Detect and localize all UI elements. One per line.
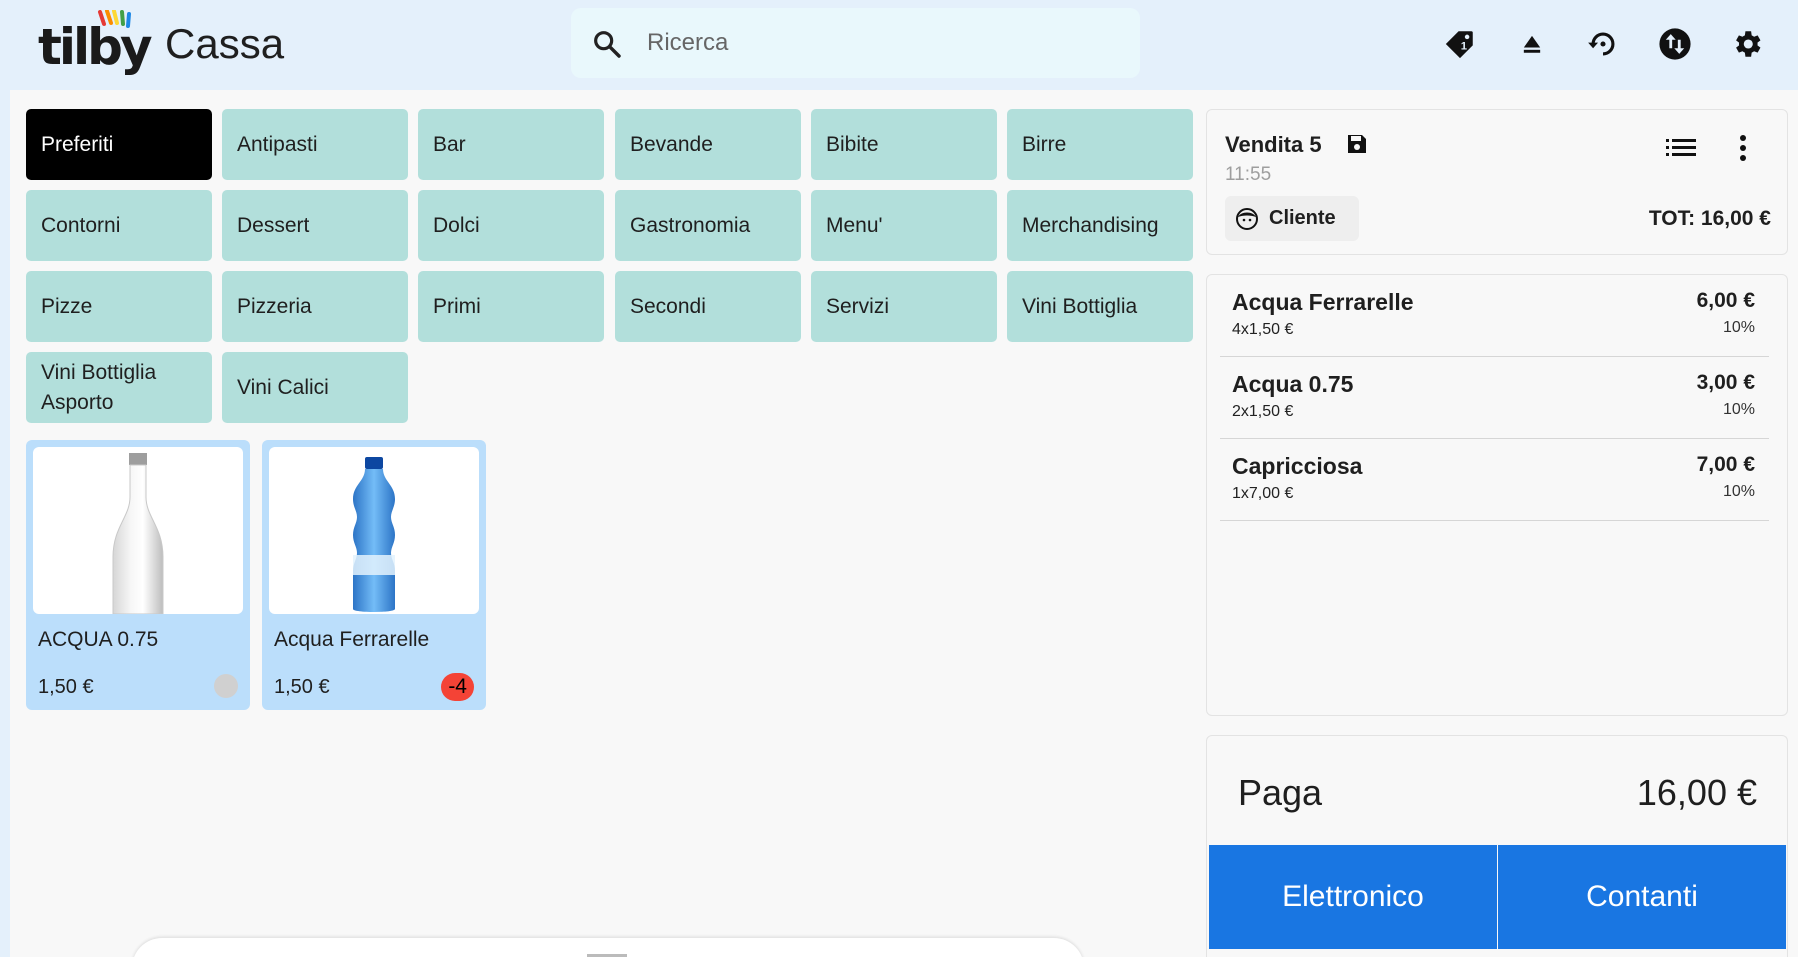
category-primi[interactable]: Primi (418, 271, 604, 342)
category-menu[interactable]: Menu' (811, 190, 997, 261)
category-pizze[interactable]: Pizze (26, 271, 212, 342)
electronic-payment-button[interactable]: Elettronico (1209, 845, 1497, 949)
price-tag-count: 1 (1461, 41, 1467, 53)
bottom-sheet[interactable] (132, 938, 1084, 957)
tilby-logo: tilby (38, 10, 153, 74)
search-icon (594, 31, 621, 58)
item-vat: 10% (1722, 319, 1755, 336)
settings-gear-icon[interactable] (1727, 24, 1767, 64)
item-name: Acqua Ferrarelle (1232, 289, 1414, 315)
pay-amount: 16,00 € (1636, 772, 1757, 813)
product-image-water-bottle (269, 447, 479, 614)
category-contorni[interactable]: Contorni (26, 190, 212, 261)
product-name: Acqua Ferrarelle (274, 628, 430, 651)
stock-badge: -4 (441, 673, 474, 701)
search-input[interactable] (647, 22, 1107, 64)
customer-face-icon (1236, 208, 1258, 230)
category-bibite[interactable]: Bibite (811, 109, 997, 180)
product-price: 1,50 € (38, 676, 94, 698)
item-price: 3,00 € (1696, 371, 1755, 394)
sale-item-row[interactable]: Acqua 0.75 2x1,50 € 3,00 € 10% (1220, 357, 1769, 439)
product-name: ACQUA 0.75 (38, 628, 159, 651)
category-vini-calici[interactable]: Vini Calici (222, 352, 408, 423)
category-vini-bottiglia[interactable]: Vini Bottiglia (1007, 271, 1193, 342)
product-price: 1,50 € (274, 676, 330, 698)
product-card[interactable]: ACQUA 0.75 1,50 € (26, 440, 250, 710)
logo-wordmark: tilby (38, 18, 153, 76)
sync-icon[interactable] (1655, 24, 1695, 64)
category-dessert[interactable]: Dessert (222, 190, 408, 261)
category-antipasti[interactable]: Antipasti (222, 109, 408, 180)
list-view-icon[interactable] (1665, 132, 1697, 164)
price-tag-icon[interactable]: 1 (1440, 24, 1480, 64)
category-vini-bottiglia-asporto[interactable]: Vini Bottiglia Asporto (26, 352, 212, 423)
category-dolci[interactable]: Dolci (418, 190, 604, 261)
pay-label: Paga (1238, 772, 1323, 813)
category-bevande[interactable]: Bevande (615, 109, 801, 180)
item-quantity: 4x1,50 € (1232, 321, 1294, 338)
top-bar: tilby Cassa 1 (0, 0, 1798, 90)
product-image-glass-bottle (33, 447, 243, 614)
item-quantity: 2x1,50 € (1232, 403, 1294, 420)
customer-label: Cliente (1269, 207, 1336, 229)
category-birre[interactable]: Birre (1007, 109, 1193, 180)
stock-indicator (214, 674, 238, 698)
category-preferiti[interactable]: Preferiti (26, 109, 212, 180)
category-gastronomia[interactable]: Gastronomia (615, 190, 801, 261)
item-vat: 10% (1722, 483, 1755, 500)
sale-title: Vendita 5 (1225, 132, 1322, 157)
page-title: Cassa (165, 20, 285, 67)
more-vert-icon[interactable] (1735, 130, 1751, 166)
category-secondi[interactable]: Secondi (615, 271, 801, 342)
customer-button[interactable]: Cliente (1225, 196, 1359, 241)
save-icon[interactable] (1345, 132, 1369, 156)
item-price: 7,00 € (1696, 453, 1755, 476)
history-icon[interactable] (1583, 24, 1623, 64)
item-vat: 10% (1722, 401, 1755, 418)
category-servizi[interactable]: Servizi (811, 271, 997, 342)
eject-icon[interactable] (1512, 24, 1552, 64)
item-name: Acqua 0.75 (1232, 371, 1354, 397)
item-price: 6,00 € (1696, 289, 1755, 312)
sale-header: Vendita 5 11:55 Cliente TOT: 16,00 € (1206, 109, 1788, 255)
cash-payment-button[interactable]: Contanti (1498, 845, 1786, 949)
search-box[interactable] (571, 8, 1140, 78)
sale-total: TOT: 16,00 € (1648, 207, 1771, 230)
sale-items-list: Acqua Ferrarelle 4x1,50 € 6,00 € 10% Acq… (1206, 274, 1788, 716)
item-quantity: 1x7,00 € (1232, 485, 1294, 502)
item-name: Capricciosa (1232, 453, 1363, 479)
sale-item-row[interactable]: Acqua Ferrarelle 4x1,50 € 6,00 € 10% (1220, 275, 1769, 357)
category-bar[interactable]: Bar (418, 109, 604, 180)
sale-item-row[interactable]: Capricciosa 1x7,00 € 7,00 € 10% (1220, 439, 1769, 521)
sale-time: 11:55 (1225, 164, 1272, 185)
category-merchandising[interactable]: Merchandising (1007, 190, 1193, 261)
category-pizzeria[interactable]: Pizzeria (222, 271, 408, 342)
product-card[interactable]: Acqua Ferrarelle 1,50 € -4 (262, 440, 486, 710)
